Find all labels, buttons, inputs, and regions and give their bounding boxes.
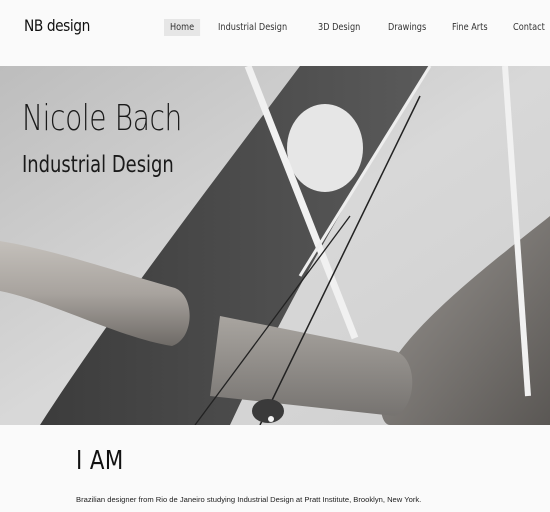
nav-item-fine-arts[interactable]: Fine Arts: [446, 19, 494, 36]
hero-banner: Nicole Bach Industrial Design: [0, 66, 550, 425]
nav-item-industrial-design[interactable]: Industrial Design: [212, 19, 293, 36]
slider-indicator-dot[interactable]: [268, 416, 274, 422]
nav-item-home[interactable]: Home: [164, 19, 201, 36]
site-logo[interactable]: NB design: [24, 16, 90, 35]
nav-item-3d-design[interactable]: 3D Design: [312, 19, 366, 36]
about-text: Brazilian designer from Rio de Janeiro s…: [76, 495, 422, 504]
site-header: NB design Home Industrial Design 3D Desi…: [0, 0, 550, 66]
nav-item-drawings[interactable]: Drawings: [382, 19, 432, 36]
main-nav: Home Industrial Design 3D Design Drawing…: [164, 19, 550, 36]
nav-item-contact[interactable]: Contact: [507, 19, 550, 36]
about-heading: I AM: [76, 446, 124, 476]
hero-title: Nicole Bach: [22, 98, 182, 139]
hero-subtitle: Industrial Design: [22, 152, 174, 178]
